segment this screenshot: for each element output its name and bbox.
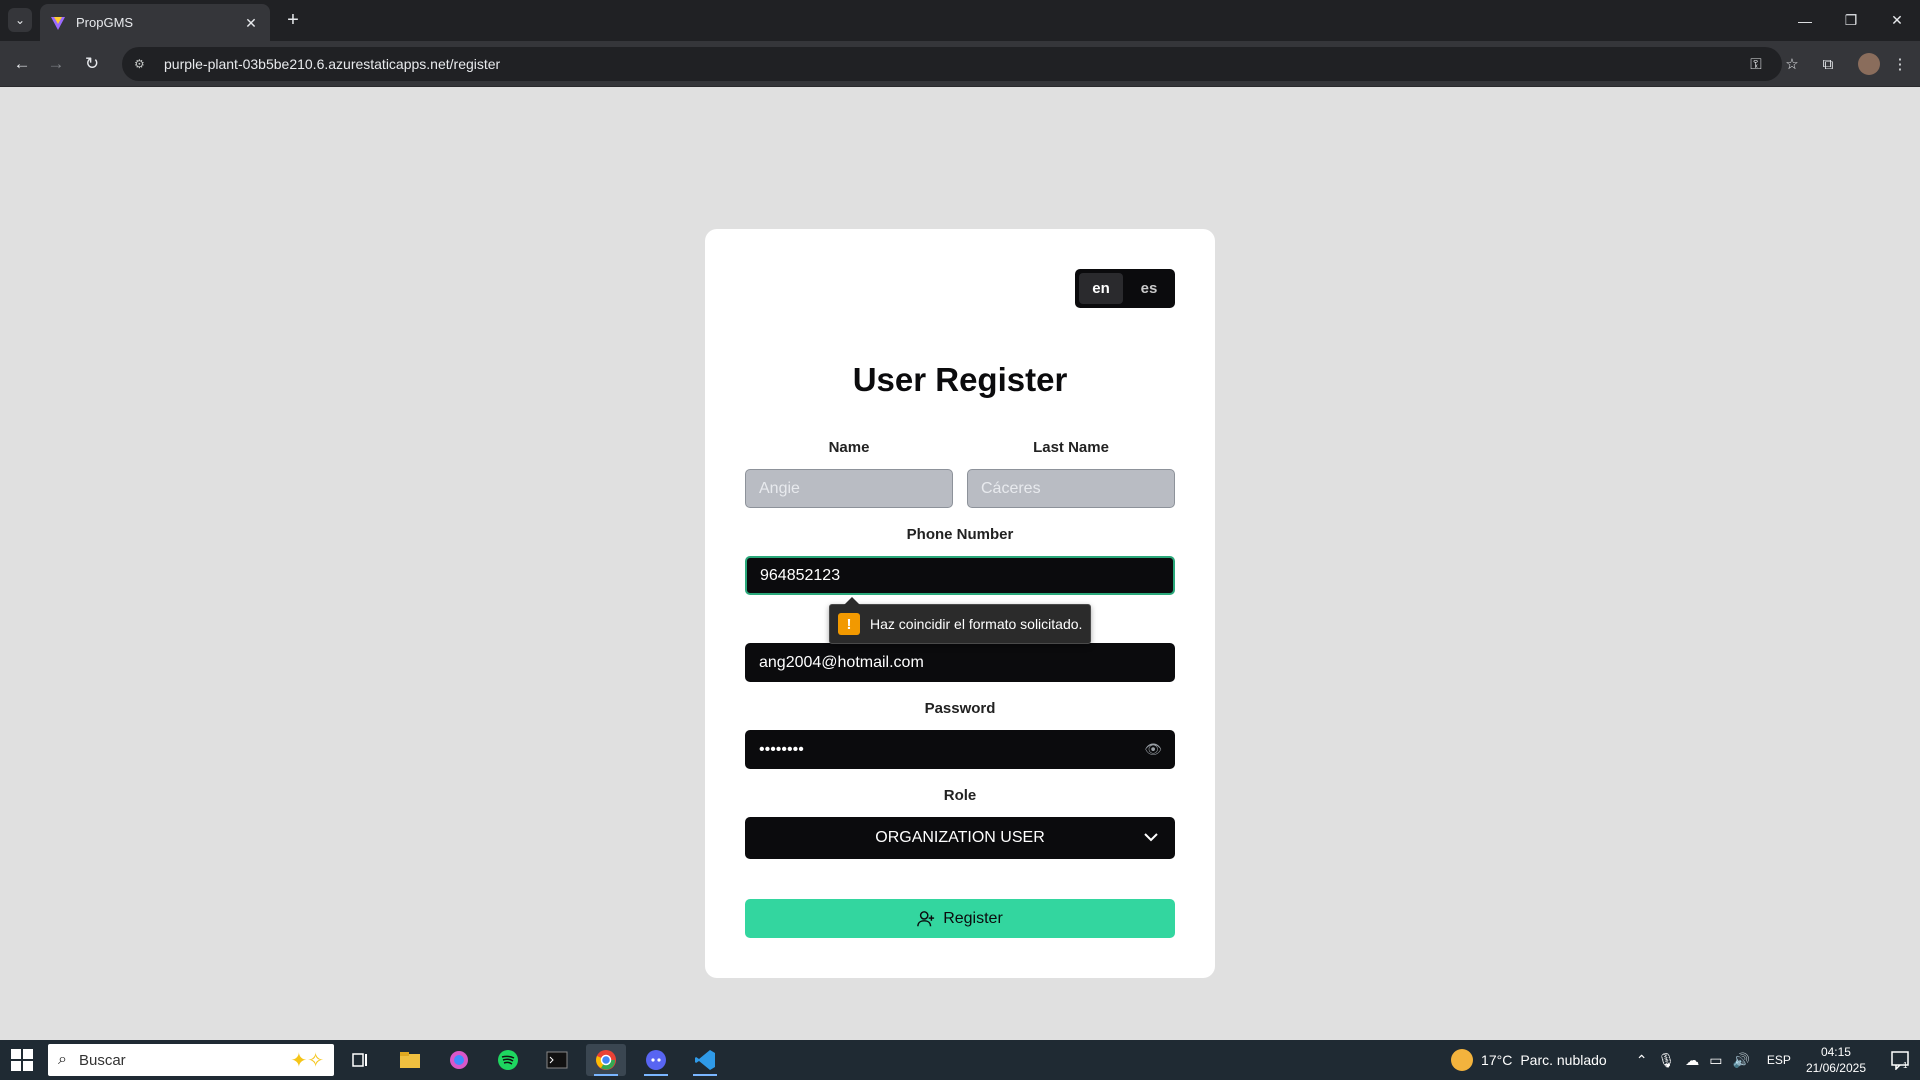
validation-message: Haz coincidir el formato solicitado.: [870, 616, 1083, 632]
window-controls: ― ❐ ✕: [1782, 0, 1920, 41]
url-bar[interactable]: ⚙ purple-plant-03b5be210.6.azurestaticap…: [122, 47, 1782, 81]
browser-tab-bar: ⌄ PropGMS ✕ + ― ❐ ✕: [0, 0, 1920, 41]
microphone-icon[interactable]: 🎙: [1657, 1052, 1675, 1069]
weather-temp: 17°C: [1481, 1052, 1513, 1068]
chrome-icon[interactable]: [586, 1044, 626, 1076]
menu-icon[interactable]: ⋮: [1884, 48, 1916, 80]
password-key-icon[interactable]: ⚿: [1740, 48, 1772, 80]
language-en-button[interactable]: en: [1079, 273, 1123, 304]
chevron-up-icon[interactable]: ⌃: [1636, 1052, 1648, 1069]
weather-widget[interactable]: 17°C Parc. nublado: [1451, 1049, 1607, 1071]
close-window-icon[interactable]: ✕: [1874, 0, 1920, 41]
phone-input[interactable]: 964852123: [745, 556, 1175, 595]
file-explorer-icon[interactable]: [390, 1044, 430, 1076]
tab-title: PropGMS: [76, 15, 134, 30]
page-title: User Register: [852, 361, 1068, 398]
system-tray: 17°C Parc. nublado ⌃ 🎙 ☁ ▭ 🔊 ESP 04:15 2…: [1451, 1040, 1920, 1080]
partly-cloudy-icon: [1451, 1049, 1474, 1071]
language-switcher: en es: [1075, 269, 1175, 308]
profile-avatar[interactable]: [1858, 53, 1880, 75]
new-tab-button[interactable]: +: [280, 8, 306, 34]
clock-time: 04:15: [1820, 1045, 1851, 1059]
role-selected-value: ORGANIZATION USER: [875, 829, 1045, 846]
reload-icon[interactable]: ↻: [78, 50, 106, 78]
last-name-label: Last Name: [1033, 439, 1109, 456]
role-select[interactable]: ORGANIZATION USER: [745, 817, 1175, 859]
tab-search-button[interactable]: ⌄: [8, 8, 32, 32]
register-label: Register: [943, 909, 1003, 927]
weather-desc: Parc. nublado: [1520, 1052, 1607, 1068]
spotify-icon[interactable]: [488, 1044, 528, 1076]
notification-count: 1: [1903, 1061, 1908, 1070]
volume-icon[interactable]: 🔊: [1732, 1052, 1749, 1069]
search-icon: ⌕: [58, 1051, 67, 1068]
password-value: ••••••••: [759, 740, 804, 758]
terminal-icon[interactable]: [537, 1044, 577, 1076]
address-toolbar: ← → ↻ ⚙ purple-plant-03b5be210.6.azurest…: [0, 41, 1920, 87]
extensions-icon[interactable]: ⧉: [1812, 48, 1844, 80]
taskbar-search[interactable]: ⌕ Buscar ✦✧: [48, 1044, 334, 1076]
taskbar: ⌕ Buscar ✦✧ 17°C Parc. nublado ⌃ 🎙 ☁ ▭ 🔊…: [0, 1040, 1920, 1080]
phone-label: Phone Number: [906, 526, 1014, 543]
toolbar-icons: ⚿ ☆ ⧉ ⋮: [1740, 41, 1920, 87]
site-info-icon[interactable]: ⚙: [134, 57, 152, 71]
forward-icon[interactable]: →: [42, 50, 70, 78]
windows-start-icon[interactable]: [10, 1048, 34, 1072]
back-icon[interactable]: ←: [8, 50, 36, 78]
notification-center-icon[interactable]: 1: [1880, 1050, 1920, 1070]
password-label: Password: [924, 700, 996, 717]
validation-tooltip: ! Haz coincidir el formato solicitado.: [829, 597, 1091, 644]
taskbar-search-placeholder: Buscar: [78, 1051, 126, 1069]
vscode-icon[interactable]: [685, 1044, 725, 1076]
onedrive-cloud-icon[interactable]: ☁: [1685, 1052, 1699, 1069]
clock[interactable]: 04:15 21/06/2025: [1806, 1044, 1866, 1076]
input-language[interactable]: ESP: [1767, 1053, 1791, 1067]
copilot-icon[interactable]: [439, 1044, 479, 1076]
last-name-input[interactable]: Cáceres: [967, 469, 1175, 508]
task-view-icon[interactable]: [340, 1044, 380, 1076]
clock-date: 21/06/2025: [1805, 1061, 1866, 1075]
copilot-sparkle-icon: ✦✧: [290, 1050, 324, 1072]
minimize-icon[interactable]: ―: [1782, 0, 1828, 41]
password-field[interactable]: •••••••• 👁: [745, 730, 1175, 769]
email-input[interactable]: ang2004@hotmail.com: [745, 643, 1175, 682]
language-es-button[interactable]: es: [1127, 273, 1171, 304]
chevron-down-icon: [1144, 833, 1158, 842]
name-label: Name: [828, 439, 870, 456]
url-text: purple-plant-03b5be210.6.azurestaticapps…: [164, 56, 501, 72]
warning-icon: !: [838, 613, 860, 635]
restore-icon[interactable]: ❐: [1828, 0, 1874, 41]
browser-tab[interactable]: PropGMS ✕: [40, 4, 270, 41]
role-label: Role: [943, 787, 977, 804]
register-button[interactable]: Register: [745, 899, 1175, 938]
add-user-icon: [917, 910, 935, 926]
show-password-icon[interactable]: 👁: [1144, 741, 1162, 758]
propgms-favicon: [51, 16, 65, 30]
network-icon[interactable]: ▭: [1709, 1052, 1722, 1069]
close-tab-icon[interactable]: ✕: [242, 14, 260, 32]
discord-icon[interactable]: [636, 1044, 676, 1076]
name-input[interactable]: Angie: [745, 469, 953, 508]
bookmark-star-icon[interactable]: ☆: [1776, 48, 1808, 80]
